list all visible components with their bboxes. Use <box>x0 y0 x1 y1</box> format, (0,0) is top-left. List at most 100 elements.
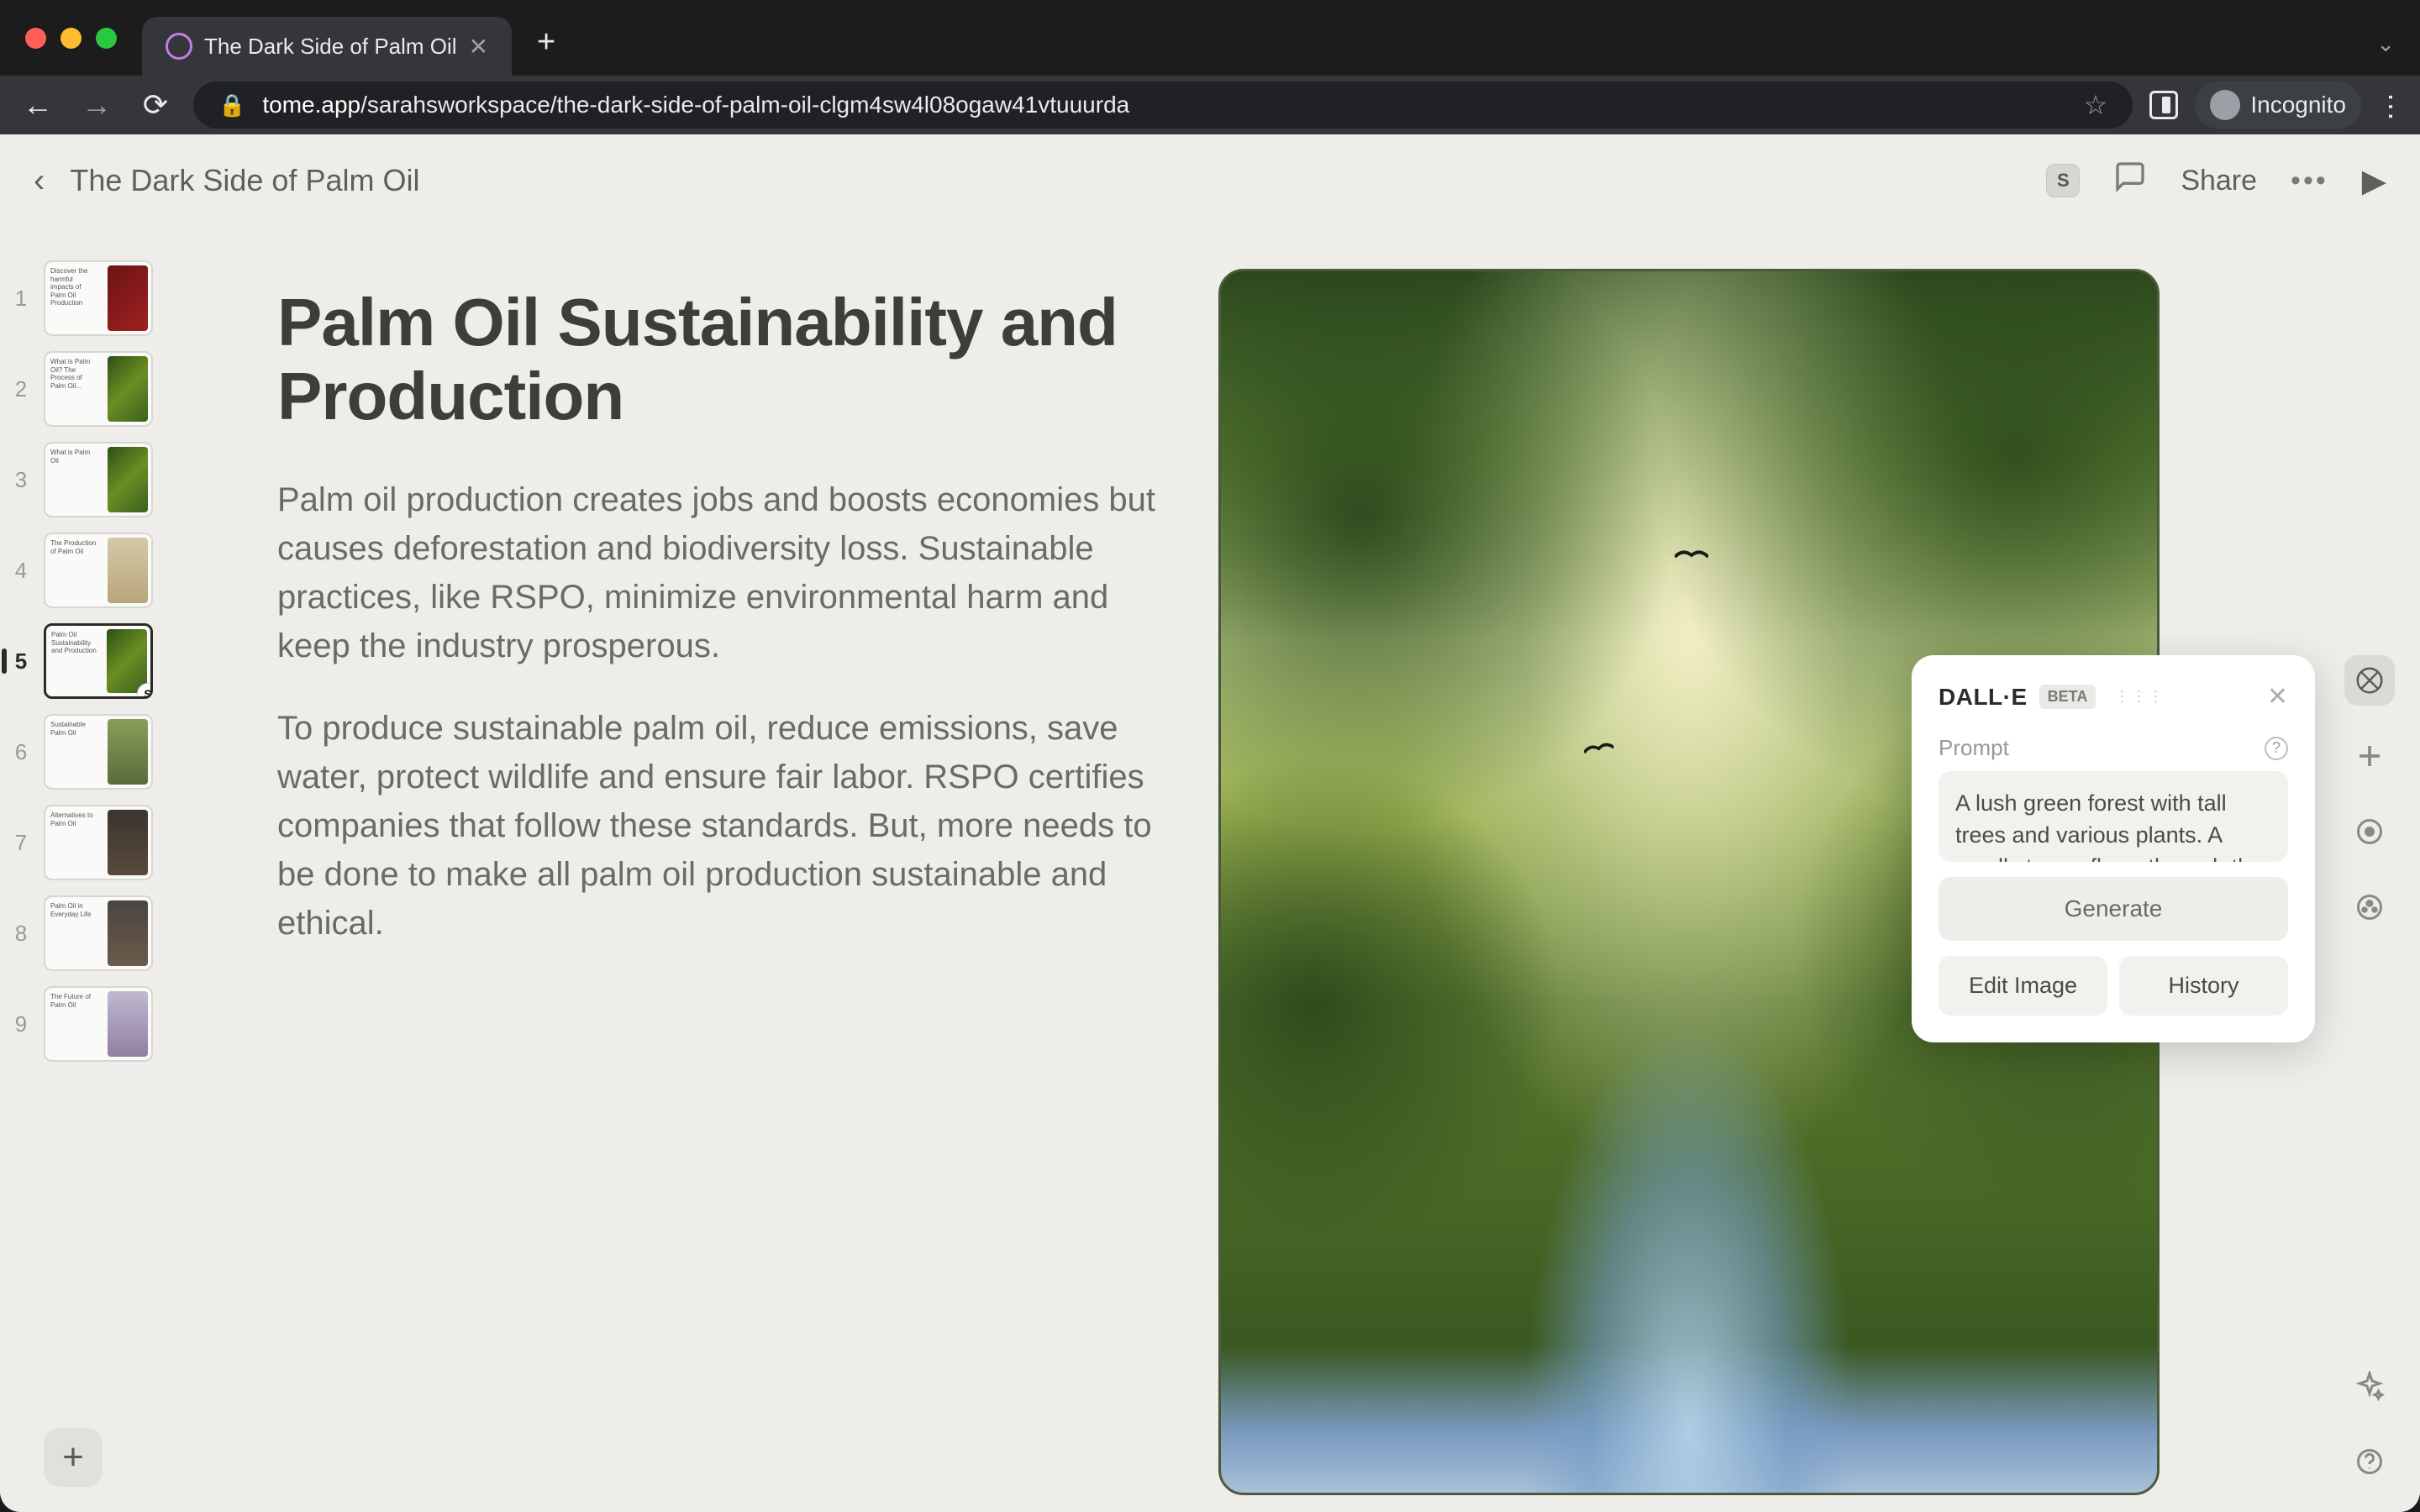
slide-thumb-preview[interactable]: Discover the harmful impacts of Palm Oil… <box>44 260 153 336</box>
thumb-title: The Future of Palm Oil <box>50 993 97 1009</box>
user-avatar[interactable]: S <box>2046 164 2080 197</box>
incognito-badge[interactable]: Incognito <box>2195 81 2361 129</box>
slide-thumbnail[interactable]: 2What is Palm Oil? The Process of Palm O… <box>8 351 168 427</box>
slide-thumbnail[interactable]: 6 Sustainable Palm Oil <box>8 714 168 790</box>
prompt-input[interactable]: A lush green forest with tall trees and … <box>1939 771 2288 862</box>
tome-app: ‹ The Dark Side of Palm Oil S Share ••• … <box>0 134 2420 1512</box>
thumb-title: Palm Oil Sustainability and Production <box>51 631 97 655</box>
slide-thumb-preview[interactable]: Alternatives to Palm Oil <box>44 805 153 880</box>
thumb-image <box>108 538 148 603</box>
slide-thumb-preview[interactable]: Palm Oil Sustainability and ProductionS <box>44 623 153 699</box>
browser-tab-active[interactable]: The Dark Side of Palm Oil ✕ <box>142 17 512 76</box>
present-button[interactable]: ▶ <box>2362 162 2386 200</box>
slide-thumbnail[interactable]: 5 Palm Oil Sustainability and ProductionS <box>8 623 168 699</box>
history-button[interactable]: History <box>2119 956 2288 1016</box>
slide-number: 8 <box>8 921 34 947</box>
slide-thumbnail[interactable]: 7Alternatives to Palm Oil <box>8 805 168 880</box>
thumb-image <box>107 629 147 693</box>
right-tool-rail <box>2336 655 2403 932</box>
slide-thumb-preview[interactable]: The Future of Palm Oil <box>44 986 153 1062</box>
tabs-dropdown-icon[interactable]: ⌄ <box>2376 31 2395 57</box>
slide-number: 9 <box>8 1011 34 1037</box>
bookmark-star-icon[interactable]: ☆ <box>2084 89 2108 121</box>
slide-thumbnail[interactable]: 3 What is Palm Oil <box>8 442 168 517</box>
minimize-window-button[interactable] <box>60 28 82 49</box>
lock-icon: 🔒 <box>218 92 245 118</box>
slide-thumbnail[interactable]: 9 The Future of Palm Oil <box>8 986 168 1062</box>
slide-number: 1 <box>8 286 34 312</box>
thumb-title: The Production of Palm Oil <box>50 539 97 555</box>
slide-thumb-preview[interactable]: What is Palm Oil <box>44 442 153 517</box>
generate-button[interactable]: Generate <box>1939 877 2288 941</box>
address-bar[interactable]: 🔒 tome.app/sarahsworkspace/the-dark-side… <box>193 81 2133 129</box>
record-button[interactable] <box>2344 806 2395 857</box>
topbar-actions: S Share ••• ▶ <box>2046 160 2386 202</box>
tab-favicon-icon <box>166 33 192 60</box>
new-tab-button[interactable]: + <box>537 24 555 60</box>
slide-thumb-preview[interactable]: Palm Oil in Everyday Life <box>44 895 153 971</box>
add-block-button[interactable] <box>2344 731 2395 781</box>
maximize-window-button[interactable] <box>96 28 117 49</box>
thumb-image <box>108 447 148 512</box>
thumb-title: Discover the harmful impacts of Palm Oil… <box>50 267 97 307</box>
theme-button[interactable] <box>2344 882 2395 932</box>
close-tab-icon[interactable]: ✕ <box>469 33 488 60</box>
thumb-image <box>108 719 148 785</box>
thumb-image <box>108 991 148 1057</box>
slide-thumbnail[interactable]: 1 Discover the harmful impacts of Palm Oi… <box>8 260 168 336</box>
sparkle-button[interactable] <box>2344 1361 2395 1411</box>
share-button[interactable]: Share <box>2181 165 2257 197</box>
bird-icon <box>1675 549 1708 565</box>
thumb-title: What is Palm Oil <box>50 449 97 465</box>
dalle-title: DALL·E <box>1939 684 2028 711</box>
thumb-title: What is Palm Oil? The Process of Palm Oi… <box>50 358 97 390</box>
browser-menu-icon[interactable]: ⋯ <box>2374 92 2407 118</box>
slides-sidebar: 1 Discover the harmful impacts of Palm Oi… <box>8 252 168 1495</box>
thumb-image <box>108 810 148 875</box>
slide-thumbnail[interactable]: 8 Palm Oil in Everyday Life <box>8 895 168 971</box>
ai-tool-button[interactable] <box>2344 655 2395 706</box>
slide-thumbnail[interactable]: 4 The Production of Palm Oil <box>8 533 168 608</box>
slide-thumb-preview[interactable]: The Production of Palm Oil <box>44 533 153 608</box>
drag-handle-icon[interactable]: ⋮⋮⋮ <box>2114 688 2165 706</box>
slide-number: 3 <box>8 467 34 493</box>
reload-button[interactable]: ⟳ <box>134 87 176 123</box>
thumb-image <box>108 265 148 331</box>
edit-image-button[interactable]: Edit Image <box>1939 956 2107 1016</box>
incognito-label: Incognito <box>2250 92 2346 118</box>
help-icon[interactable]: ? <box>2265 737 2288 760</box>
add-slide-button[interactable]: + <box>44 1428 103 1487</box>
help-button[interactable] <box>2344 1436 2395 1487</box>
bottom-right-rail <box>2336 1361 2403 1487</box>
slide-number: 5 <box>8 648 34 675</box>
back-chevron-icon[interactable]: ‹ <box>34 162 45 200</box>
forward-button[interactable]: → <box>76 87 118 123</box>
thumb-title: Palm Oil in Everyday Life <box>50 902 97 918</box>
beta-badge: BETA <box>2039 685 2096 709</box>
slide-paragraph-2[interactable]: To produce sustainable palm oil, reduce … <box>277 704 1160 948</box>
slide-canvas: Palm Oil Sustainability and Production P… <box>277 286 2168 1512</box>
slide-number: 6 <box>8 739 34 765</box>
slide-heading[interactable]: Palm Oil Sustainability and Production <box>277 286 1160 433</box>
app-topbar: ‹ The Dark Side of Palm Oil S Share ••• … <box>0 134 2420 227</box>
prompt-label-row: Prompt ? <box>1939 735 2288 761</box>
close-panel-icon[interactable]: ✕ <box>2267 682 2288 711</box>
browser-tab-bar: The Dark Side of Palm Oil ✕ + <box>142 0 555 76</box>
close-window-button[interactable] <box>25 28 46 49</box>
back-button[interactable]: ← <box>17 87 59 123</box>
document-title[interactable]: The Dark Side of Palm Oil <box>70 163 419 198</box>
comment-icon[interactable] <box>2113 160 2147 202</box>
slide-paragraph-1[interactable]: Palm oil production creates jobs and boo… <box>277 475 1160 670</box>
thumb-title: Sustainable Palm Oil <box>50 721 97 737</box>
macos-titlebar: The Dark Side of Palm Oil ✕ + ⌄ <box>0 0 2420 76</box>
more-menu-icon[interactable]: ••• <box>2291 165 2328 197</box>
thumb-image <box>108 356 148 422</box>
incognito-icon <box>2210 90 2240 120</box>
browser-toolbar: ← → ⟳ 🔒 tome.app/sarahsworkspace/the-dar… <box>0 76 2420 134</box>
dalle-actions: Edit Image History <box>1939 956 2288 1016</box>
slide-number: 4 <box>8 558 34 584</box>
url-text: tome.app/sarahsworkspace/the-dark-side-o… <box>262 92 1129 118</box>
slide-thumb-preview[interactable]: What is Palm Oil? The Process of Palm Oi… <box>44 351 153 427</box>
slide-thumb-preview[interactable]: Sustainable Palm Oil <box>44 714 153 790</box>
side-panel-icon[interactable] <box>2149 91 2178 119</box>
